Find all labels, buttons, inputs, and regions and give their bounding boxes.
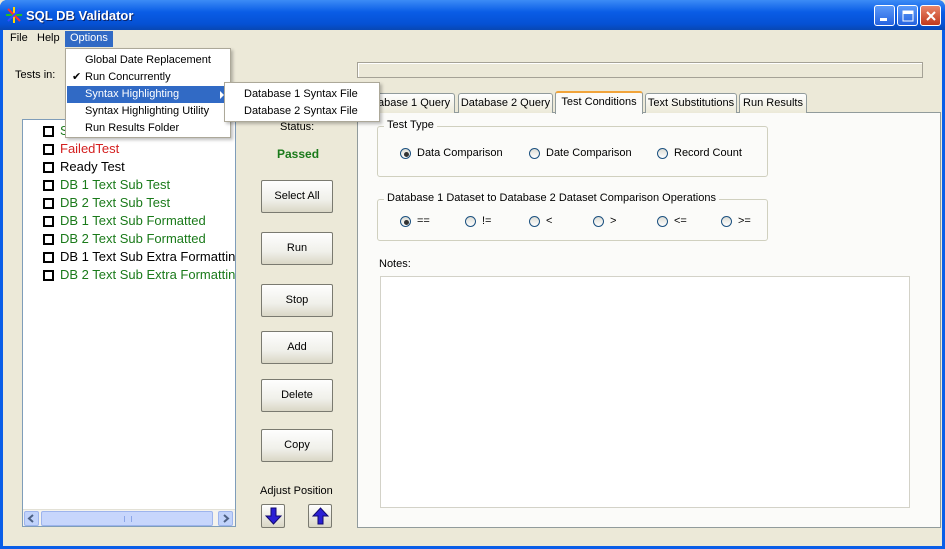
test-label: Ready Test [60,159,125,174]
test-label: DB 1 Text Sub Test [60,177,171,192]
radio-label: <= [674,215,687,227]
chevron-left-icon [27,514,34,523]
radio-dot [529,216,540,227]
menu-file[interactable]: File [5,31,33,47]
test-checkbox[interactable] [43,198,54,209]
radio-label: == [417,215,430,227]
test-checkbox[interactable] [43,126,54,137]
title-bar[interactable]: SQL DB Validator [0,0,945,30]
test-type-group: Test Type Data Comparison Date Compariso… [377,119,768,177]
radio-label: Data Comparison [417,147,503,159]
test-tree[interactable]: S FailedTest Ready Test DB 1 Text Sub Te… [22,119,236,527]
menu-item-label: Run Results Folder [85,122,180,134]
copy-button[interactable]: Copy [261,429,333,462]
radio-label: Date Comparison [546,147,632,159]
submenu-item-db2-syntax-file[interactable]: Database 2 Syntax File [226,103,378,120]
radio-label: Record Count [674,147,742,159]
tab-database-2-query[interactable]: Database 2 Query [458,93,553,113]
arrow-down-icon [265,507,282,525]
comparison-group: Database 1 Dataset to Database 2 Dataset… [377,192,768,241]
radio-dot [400,216,411,227]
scroll-right-button[interactable] [218,511,233,526]
arrow-up-icon [312,507,329,525]
status-label: Status: [280,121,315,133]
move-up-button[interactable] [308,504,332,528]
test-checkbox[interactable] [43,216,54,227]
app-window: SQL DB Validator File Help Options Tests… [0,0,945,549]
tab-run-results[interactable]: Run Results [739,93,807,113]
app-icon [6,7,22,23]
run-button[interactable]: Run [261,232,333,265]
menu-bar: File Help Options [3,30,942,48]
client-area: File Help Options Tests in: S FailedTest… [3,30,942,546]
radio-dot [465,216,476,227]
stop-button[interactable]: Stop [261,284,333,317]
radio-dot [657,216,668,227]
menu-item-run-results-folder[interactable]: Run Results Folder [67,120,229,137]
notes-label: Notes: [379,258,411,270]
tab-text-substitutions[interactable]: Text Substitutions [645,93,737,113]
menu-item-label: Syntax Highlighting Utility [85,105,210,117]
chevron-right-icon [223,514,230,523]
minimize-button[interactable] [874,5,895,26]
close-button[interactable] [920,5,941,26]
radio-label: != [482,215,492,227]
radio-dot [529,148,540,159]
options-dropdown-menu: Global Date Replacement ✔ Run Concurrentl… [65,48,231,138]
close-icon [926,11,936,21]
test-checkbox[interactable] [43,234,54,245]
menu-item-global-date-replacement[interactable]: Global Date Replacement [67,52,229,69]
test-checkbox[interactable] [43,252,54,263]
menu-item-syntax-highlighting-utility[interactable]: Syntax Highlighting Utility [67,103,229,120]
comparison-caption: Database 1 Dataset to Database 2 Dataset… [384,192,719,204]
move-down-button[interactable] [261,504,285,528]
adjust-position-label: Adjust Position [260,485,333,497]
radio-dot [721,216,732,227]
maximize-icon [902,10,914,22]
test-type-caption: Test Type [384,119,437,131]
menu-options[interactable]: Options [65,31,113,47]
progress-bar [357,62,923,78]
submenu-item-db1-syntax-file[interactable]: Database 1 Syntax File [226,86,378,103]
status-value: Passed [277,147,320,161]
menu-item-label: Syntax Highlighting [85,88,180,100]
tests-in-label: Tests in: [15,69,56,81]
select-all-button[interactable]: Select All [261,180,333,213]
test-label: DB 1 Text Sub Extra Formattin [60,249,236,264]
checkmark-icon: ✔ [72,71,82,83]
notes-textarea[interactable] [380,276,910,508]
test-checkbox[interactable] [43,144,54,155]
menu-item-run-concurrently[interactable]: ✔ Run Concurrently [67,69,229,86]
menu-help[interactable]: Help [32,31,65,47]
radio-dot [593,216,604,227]
minimize-icon [880,18,887,21]
syntax-highlighting-submenu: Database 1 Syntax File Database 2 Syntax… [224,82,380,122]
menu-item-syntax-highlighting[interactable]: Syntax Highlighting [67,86,229,103]
tab-test-conditions[interactable]: Test Conditions [555,91,643,114]
test-label: DB 2 Text Sub Test [60,195,171,210]
test-checkbox[interactable] [43,162,54,173]
scroll-grip [124,516,132,522]
radio-label: < [546,215,553,227]
test-checkbox[interactable] [43,270,54,281]
radio-dot [400,148,411,159]
maximize-button[interactable] [897,5,918,26]
test-checkbox[interactable] [43,180,54,191]
test-label: DB 2 Text Sub Extra Formattin [60,267,236,282]
menu-item-label: Run Concurrently [85,71,171,83]
radio-dot [657,148,668,159]
radio-label: > [610,215,617,227]
add-button[interactable]: Add [261,331,333,364]
test-label: DB 2 Text Sub Formatted [60,231,206,246]
test-label: FailedTest [60,141,120,156]
delete-button[interactable]: Delete [261,379,333,412]
test-label: DB 1 Text Sub Formatted [60,213,206,228]
window-title: SQL DB Validator [26,8,134,23]
radio-label: >= [738,215,751,227]
menu-item-label: Global Date Replacement [85,54,211,66]
scroll-thumb[interactable] [41,511,213,526]
scroll-left-button[interactable] [24,511,39,526]
tree-horizontal-scrollbar[interactable] [23,509,235,526]
